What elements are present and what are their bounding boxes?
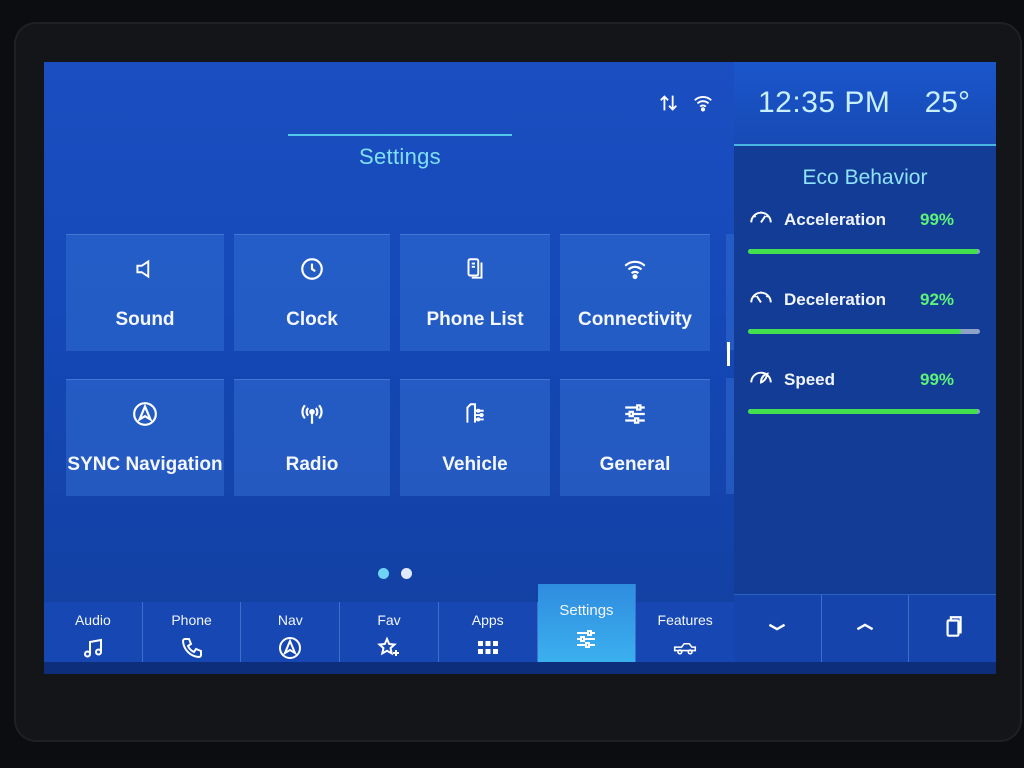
tile-label: SYNC Navigation [67,453,223,475]
star-plus-icon [377,636,401,665]
speed-leaf-gauge-icon [748,364,774,395]
scroll-down-button[interactable] [734,595,822,663]
side-header: 12:35 PM 25° [734,62,996,146]
tile-label: Radio [285,453,339,475]
tile-label: Vehicle [442,453,508,475]
phone-list-icon [462,256,488,287]
page-scroll-indicator[interactable] [727,342,730,366]
nav-label: Settings [559,602,614,619]
metric-bar [748,409,980,414]
navigation-icon [132,401,158,432]
tile-vehicle[interactable]: Vehicle [400,379,550,496]
nav-label: Phone [171,611,212,628]
page-dot-1[interactable] [378,568,389,579]
status-bar [658,92,714,119]
side-panel: 12:35 PM 25° Eco Behavior Acceleration 9… [734,62,996,602]
metric-value: 92% [920,289,955,309]
eco-behavior-title: Eco Behavior [802,166,928,189]
phone-icon [180,636,204,665]
tile-phone-list[interactable]: Phone List [400,234,550,351]
nav-settings[interactable]: Settings [537,584,637,674]
eco-metric-acceleration: Acceleration 99% [748,204,980,254]
settings-main: Settings Sound Clock Phone List Connecti… [44,62,734,602]
tile-sync-navigation[interactable]: SYNC Navigation [66,379,224,496]
next-page-tile-peek [726,378,734,494]
tile-connectivity[interactable]: Connectivity [560,234,710,351]
chevron-up-icon [852,614,878,645]
speaker-icon [132,256,158,287]
sliders-icon [622,401,648,432]
wifi-icon [622,256,648,287]
pagination-dots [378,568,412,579]
metric-bar-fill [748,409,978,414]
settings-grid: Sound Clock Phone List Connectivity SYNC… [66,234,716,496]
side-controls [734,594,996,663]
nav-label: Nav [277,611,303,628]
metric-name: Deceleration [784,289,887,309]
metric-name: Acceleration [784,209,887,229]
next-page-tile-peek [726,234,734,350]
temperature-display: 25° [924,86,970,119]
nav-label: Audio [74,611,111,628]
chevron-down-icon [764,614,790,645]
eco-metric-deceleration: Deceleration 92% [748,284,980,334]
music-note-icon [81,636,105,665]
tile-sound[interactable]: Sound [66,234,224,351]
nav-label: Apps [471,611,504,628]
deceleration-gauge-icon [748,284,774,315]
panel-switch-button[interactable] [909,595,996,663]
metric-name: Speed [784,369,836,389]
scroll-up-button[interactable] [822,595,910,663]
copy-icon [940,614,966,645]
sliders-icon [574,627,598,656]
wifi-icon [692,92,714,119]
metric-bar [748,249,980,254]
navigation-icon [278,636,302,665]
tile-label: Phone List [426,308,524,330]
radio-antenna-icon [299,401,325,432]
metric-value: 99% [920,369,955,389]
vehicle-settings-icon [462,401,488,432]
metric-bar-fill [748,249,978,254]
acceleration-gauge-icon [748,204,774,235]
title-underline [288,134,512,136]
page-title: Settings [359,144,441,169]
tile-label: Connectivity [577,308,693,330]
page-dot-2[interactable] [401,568,412,579]
nav-label: Features [657,611,713,628]
metric-bar-fill [748,329,962,334]
eco-metric-speed: Speed 99% [748,364,980,414]
data-transfer-icon [658,92,680,119]
tile-clock[interactable]: Clock [234,234,390,351]
tile-radio[interactable]: Radio [234,379,390,496]
infotainment-screen: Settings Sound Clock Phone List Connecti… [44,62,996,674]
metric-bar [748,329,980,334]
clock-display: 12:35 PM [758,86,891,119]
truck-icon [673,636,697,665]
page-title-wrap: Settings [288,134,512,170]
tile-label: General [599,453,671,475]
screen-bottom-edge [44,662,996,674]
clock-icon [299,256,325,287]
apps-grid-icon [476,636,500,665]
tile-label: Clock [286,308,338,330]
nav-label: Fav [377,611,401,628]
tile-label: Sound [115,308,175,330]
tile-general[interactable]: General [560,379,710,496]
metric-value: 99% [920,209,955,229]
